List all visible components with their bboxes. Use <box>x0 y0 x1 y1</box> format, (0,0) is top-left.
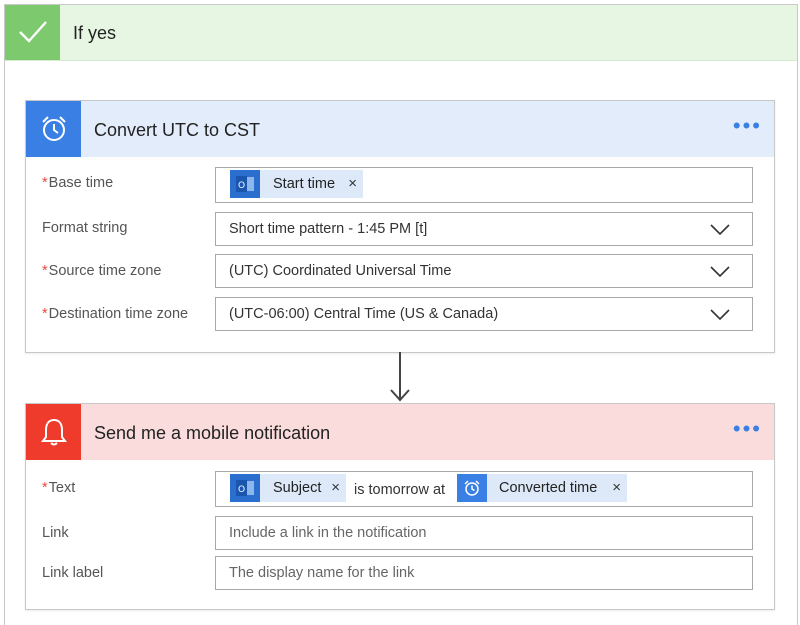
alarm-clock-icon <box>464 480 480 496</box>
subject-token-label: Subject <box>273 480 322 496</box>
mobile-notification-card: Send me a mobile notification ••• *Text … <box>25 403 775 610</box>
flow-arrow-down-icon <box>390 352 410 402</box>
outlook-token-icon-tile: O <box>230 474 260 502</box>
notification-card-header[interactable]: Send me a mobile notification ••• <box>26 404 774 460</box>
bell-icon <box>41 418 67 446</box>
link-label: Link <box>42 525 69 541</box>
destination-time-zone-value: (UTC-06:00) Central Time (US & Canada) <box>229 306 499 322</box>
notification-text-input[interactable]: O Subject × is tomorrow at Converted tim… <box>215 471 753 507</box>
link-label-label: Link label <box>42 565 104 581</box>
outlook-icon: O <box>236 176 254 192</box>
convert-card-header[interactable]: Convert UTC to CST ••• <box>26 101 774 157</box>
clock-token-icon-tile <box>457 474 487 502</box>
base-time-input[interactable]: O Start time × <box>215 167 753 203</box>
destination-time-zone-select[interactable]: (UTC-06:00) Central Time (US & Canada) <box>215 297 753 331</box>
chevron-down-icon <box>710 266 730 278</box>
link-label-input[interactable]: The display name for the link <box>215 556 753 590</box>
format-string-value: Short time pattern - 1:45 PM [t] <box>229 221 428 237</box>
alarm-clock-icon <box>42 116 66 141</box>
remove-token-icon[interactable]: × <box>331 479 340 496</box>
source-time-zone-select[interactable]: (UTC) Coordinated Universal Time <box>215 254 753 288</box>
convert-card-title: Convert UTC to CST <box>94 120 261 140</box>
start-time-token-label: Start time <box>273 176 336 192</box>
source-time-zone-label: *Source time zone <box>42 263 162 279</box>
format-string-select[interactable]: Short time pattern - 1:45 PM [t] <box>215 212 753 246</box>
branch-title: If yes <box>73 23 117 43</box>
base-time-label: *Base time <box>42 175 114 191</box>
svg-text:O: O <box>238 485 245 495</box>
branch-header[interactable]: If yes <box>5 5 797 61</box>
link-label-placeholder: The display name for the link <box>229 565 415 581</box>
chevron-down-icon <box>710 224 730 236</box>
source-time-zone-value: (UTC) Coordinated Universal Time <box>229 263 452 279</box>
checkmark-icon <box>19 21 47 43</box>
text-label: *Text <box>42 480 76 496</box>
link-input[interactable]: Include a link in the notification <box>215 516 753 550</box>
chevron-down-icon <box>710 309 730 321</box>
converted-time-token-label: Converted time <box>499 480 598 496</box>
format-string-label: Format string <box>42 220 128 236</box>
subject-token[interactable]: O Subject × <box>230 474 346 502</box>
link-placeholder: Include a link in the notification <box>229 525 427 541</box>
branch-check-tile <box>5 5 60 60</box>
start-time-token[interactable]: O Start time × <box>230 170 363 198</box>
convert-time-zone-card: Convert UTC to CST ••• *Base time O Star… <box>25 100 775 353</box>
convert-card-icon-tile <box>26 101 81 157</box>
notification-card-more-button[interactable]: ••• <box>733 418 762 440</box>
convert-card-more-button[interactable]: ••• <box>733 115 762 137</box>
notification-card-title: Send me a mobile notification <box>94 423 331 443</box>
remove-token-icon[interactable]: × <box>612 479 621 496</box>
outlook-token-icon-tile: O <box>230 170 260 198</box>
outlook-icon: O <box>236 480 254 496</box>
destination-time-zone-label: *Destination time zone <box>42 306 189 322</box>
svg-text:O: O <box>238 181 245 191</box>
notification-card-icon-tile <box>26 404 81 460</box>
remove-token-icon[interactable]: × <box>348 175 357 192</box>
converted-time-token[interactable]: Converted time × <box>457 474 627 502</box>
notification-text-literal: is tomorrow at <box>354 482 446 498</box>
